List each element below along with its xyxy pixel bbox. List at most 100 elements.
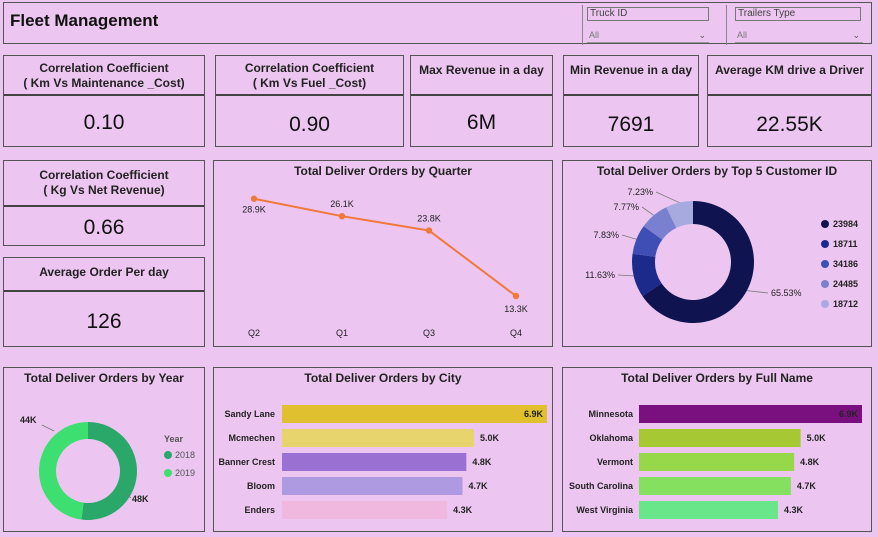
data-label: 48K [132, 494, 149, 504]
bar [639, 501, 778, 519]
kpi-value: 0.10 [83, 111, 125, 134]
bar [639, 453, 795, 471]
data-label: 5.0K [807, 433, 827, 443]
legend-marker [821, 300, 829, 308]
kpi-card-max-revenue: Max Revenue in a day 6M [410, 55, 553, 147]
customer-donut-chart[interactable]: Total Deliver Orders by Top 5 Customer I… [562, 160, 872, 347]
data-label: 44K [20, 415, 37, 425]
quarter-chart-svg: 28.9K Q2 26.1K Q1 23.8K Q3 13.3K Q4 [242, 195, 528, 338]
line-series [253, 197, 517, 297]
legend-marker [164, 451, 172, 459]
data-label: 4.8K [800, 457, 820, 467]
donut-slice [81, 422, 137, 520]
kpi-card-title: Max Revenue in a day [411, 56, 552, 96]
legend-marker [821, 280, 829, 288]
kpi-value: 126 [86, 310, 122, 333]
data-point [512, 292, 520, 300]
fullname-bar-chart[interactable]: Total Deliver Orders by Full Name Minnes… [562, 367, 872, 532]
bar [639, 477, 791, 495]
chevron-down-icon[interactable]: ⌄ [852, 27, 860, 43]
kpi-card-corr-km-maintenance: Correlation Coefficient ( Km Vs Maintena… [3, 55, 205, 147]
kpi-card-title: Average Order Per day [4, 258, 204, 292]
legend-marker [821, 220, 829, 228]
leader-line [621, 234, 637, 240]
x-tick-label: Q4 [510, 328, 522, 338]
truck-id-selected-value: All [589, 30, 600, 40]
quarter-line-chart[interactable]: Total Deliver Orders by Quarter 28.9K Q2 2… [213, 160, 553, 347]
kpi-value: 0.90 [289, 113, 330, 136]
kpi-card-title: Correlation Coefficient ( Km Vs Fuel _Co… [216, 56, 403, 96]
year-donut-chart[interactable]: Total Deliver Orders by Year 48K 44K Year 2… [3, 367, 205, 532]
data-label: 5.0K [480, 433, 500, 443]
trailers-type-slicer[interactable]: Trailers Type All ⌄ [726, 5, 866, 45]
legend-label: 34186 [833, 259, 858, 269]
bar [282, 501, 448, 519]
bar [639, 405, 862, 423]
kpi-title-line2: ( Km Vs Maintenance _Cost) [23, 76, 185, 90]
kpi-card-min-revenue: Min Revenue in a day 7691 [563, 55, 699, 147]
kpi-card-title: Correlation Coefficient ( Kg Vs Net Reve… [4, 161, 204, 207]
legend-label: 23984 [833, 219, 858, 229]
legend-marker [821, 260, 829, 268]
kpi-title-line2: ( Km Vs Fuel _Cost) [252, 76, 367, 90]
city-chart-svg: Sandy Lane 6.9K Mcmechen 5.0K Banner Crest 4.… [218, 405, 547, 519]
data-label: 6.9K [839, 409, 859, 419]
category-label: Bloom [247, 481, 275, 491]
truck-id-dropdown[interactable]: All ⌄ [587, 27, 709, 43]
data-label: 11.63% [585, 270, 615, 280]
kpi-title-line1: Correlation Coefficient [244, 61, 375, 75]
category-label: Mcmechen [228, 433, 275, 443]
x-tick-label: Q2 [248, 328, 260, 338]
kpi-card-title: Correlation Coefficient ( Km Vs Maintena… [4, 56, 204, 96]
header-bar: Fleet Management Truck ID All ⌄ Trailers… [3, 2, 872, 45]
kpi-title-line1: Correlation Coefficient [39, 168, 169, 182]
category-label: Sandy Lane [224, 409, 275, 419]
x-tick-label: Q3 [423, 328, 435, 338]
category-label: Oklahoma [589, 433, 634, 443]
page-title: Fleet Management [10, 11, 159, 30]
bar [282, 405, 547, 423]
kpi-card-title: Min Revenue in a day [564, 56, 698, 96]
data-label: 4.8K [472, 457, 492, 467]
truck-id-slicer[interactable]: Truck ID All ⌄ [582, 5, 710, 45]
legend-label: 24485 [833, 279, 858, 289]
category-label: West Virginia [576, 505, 634, 515]
category-label: Banner Crest [218, 457, 275, 467]
trailers-type-slicer-label: Trailers Type [735, 7, 861, 21]
kpi-card-avg-order: Average Order Per day 126 [3, 257, 205, 347]
data-label: 6.9K [524, 409, 544, 419]
data-label: 4.3K [453, 505, 473, 515]
kpi-card-title: Average KM drive a Driver [708, 56, 871, 96]
leader-line [746, 290, 769, 294]
data-label: 26.1K [330, 199, 354, 209]
data-label: 4.3K [784, 505, 804, 515]
bar [639, 429, 801, 447]
legend-marker [821, 240, 829, 248]
category-label: Minnesota [588, 409, 633, 419]
data-label: 65.53% [771, 288, 802, 298]
x-tick-label: Q1 [336, 328, 348, 338]
data-label: 28.9K [242, 205, 266, 215]
fullname-chart-svg: Minnesota 6.9K Oklahoma 5.0K Vermont 4.8K Sout… [569, 405, 862, 519]
trailers-type-selected-value: All [737, 30, 748, 40]
legend-label: 18711 [833, 239, 858, 249]
leader-line [641, 206, 655, 216]
chevron-down-icon[interactable]: ⌄ [698, 27, 706, 43]
leader-line [41, 424, 55, 432]
bar [282, 429, 475, 447]
data-label: 7.83% [593, 230, 619, 240]
trailers-type-dropdown[interactable]: All ⌄ [735, 27, 863, 43]
kpi-value: 7691 [607, 113, 655, 136]
kpi-card-corr-kg-revenue: Correlation Coefficient ( Kg Vs Net Reve… [3, 160, 205, 246]
data-label: 4.7K [797, 481, 817, 491]
legend-marker [164, 469, 172, 477]
legend-title: Year [164, 434, 184, 444]
data-point [250, 195, 258, 202]
data-label: 13.3K [504, 304, 528, 314]
bar [282, 477, 463, 495]
city-bar-chart[interactable]: Total Deliver Orders by City Sandy Lane 6… [213, 367, 553, 532]
kpi-value: 22.55K [756, 113, 823, 136]
year-chart-svg: 48K 44K Year 2018 2019 [20, 415, 195, 520]
data-label: 7.23% [627, 187, 653, 197]
kpi-value: 0.66 [83, 216, 125, 239]
